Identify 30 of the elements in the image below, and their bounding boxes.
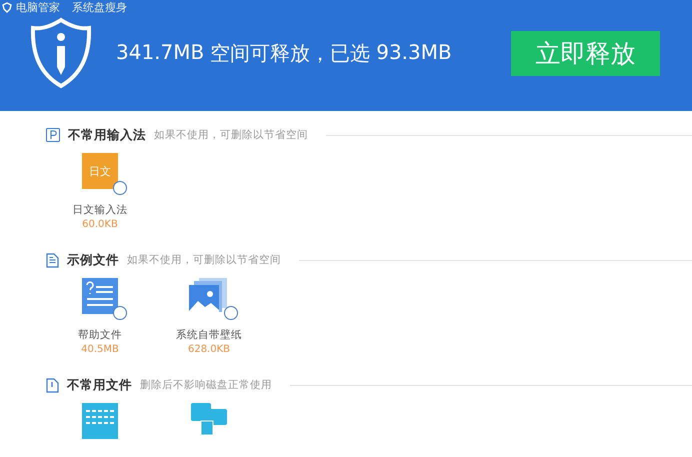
item-size: 60.0KB: [82, 219, 118, 230]
window-title: 系统盘瘦身: [72, 0, 127, 14]
item-size: 628.0KB: [188, 344, 230, 355]
help-document-icon[interactable]: [82, 278, 118, 314]
item-name: 系统自带壁纸: [176, 328, 242, 342]
section-hint: 删除后不影响磁盘正常使用: [140, 378, 272, 392]
item-size: 40.5MB: [81, 344, 119, 355]
section-title: 不常用文件: [67, 376, 132, 394]
ime-icon[interactable]: 日文: [82, 153, 118, 189]
p-badge-icon: [46, 128, 60, 142]
shield-info-icon: [30, 17, 92, 89]
release-button[interactable]: 立即释放: [511, 30, 660, 76]
item-name: 帮助文件: [78, 328, 122, 342]
releasable-size: 341.7MB: [116, 40, 204, 66]
section-title: 示例文件: [67, 252, 119, 268]
section-hint: 如果不使用，可删除以节省空间: [127, 253, 281, 267]
shield-logo-icon: [2, 2, 12, 13]
app-name: 电脑管家: [16, 0, 60, 14]
section-hint: 如果不使用，可删除以节省空间: [154, 128, 308, 142]
file-icon: [46, 378, 59, 392]
keyboard-icon[interactable]: [82, 403, 118, 439]
item-checkbox[interactable]: [224, 306, 238, 320]
item-checkbox[interactable]: [113, 306, 127, 320]
document-icon: [46, 252, 59, 268]
section-title: 不常用输入法: [68, 126, 146, 144]
image-stack-icon[interactable]: [189, 278, 229, 316]
item-checkbox[interactable]: [113, 181, 127, 195]
selected-size: 93.3MB: [376, 40, 452, 66]
summary-text: 空间可释放，已选: [210, 40, 370, 66]
item-name: 日文输入法: [72, 203, 128, 217]
